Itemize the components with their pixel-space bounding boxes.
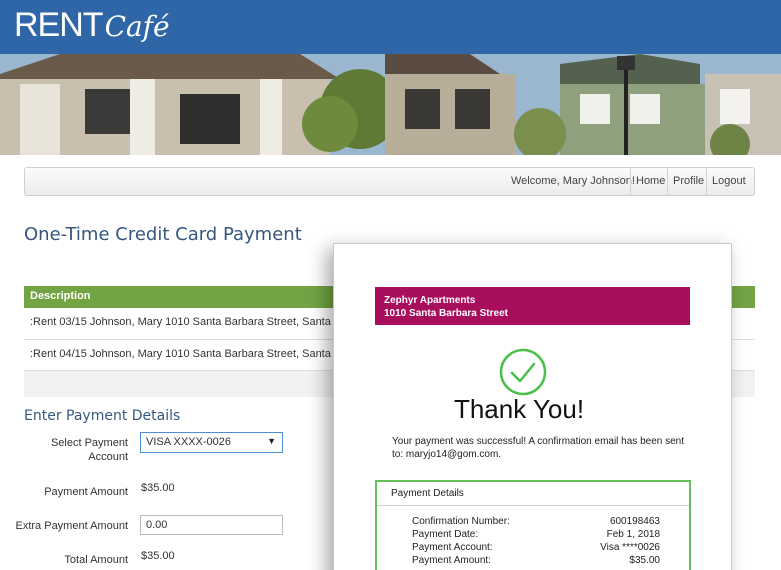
success-message: Your payment was successful! A confirmat…	[392, 435, 692, 461]
logo-rent-text: RENT	[14, 6, 104, 44]
hero-banner-image	[0, 54, 781, 155]
property-banner: Zephyr Apartments 1010 Santa Barbara Str…	[375, 287, 690, 325]
extra-payment-input[interactable]: 0.00	[140, 515, 283, 535]
page-title: One-Time Credit Card Payment	[24, 224, 302, 245]
row-description: :Rent 03/15 Johnson, Mary 1010 Santa Bar…	[30, 316, 358, 328]
check-circle-icon	[499, 348, 547, 396]
nav-logout-link[interactable]: Logout	[712, 168, 746, 195]
success-message-line2: to: maryjo14@gom.com.	[392, 449, 502, 460]
nav-divider	[706, 168, 707, 195]
thank-you-heading: Thank You!	[453, 394, 585, 424]
chevron-down-icon: ▼	[267, 436, 276, 446]
rentcafe-logo[interactable]: RENTCafé	[14, 6, 170, 45]
header-bar: RENTCafé	[0, 0, 781, 54]
payment-account-select[interactable]: VISA XXXX-0026 ▼	[140, 432, 283, 453]
extra-payment-value: 0.00	[146, 519, 168, 531]
payment-amount-label: Payment Amount	[44, 486, 128, 498]
payment-confirmation-modal: Zephyr Apartments 1010 Santa Barbara Str…	[333, 243, 732, 570]
property-name: Zephyr Apartments	[384, 295, 476, 306]
payment-date-value: Feb 1, 2018	[606, 529, 660, 540]
nav-divider	[630, 168, 631, 195]
total-amount-value: $35.00	[141, 550, 175, 562]
payment-amount-value: $35.00	[141, 482, 175, 494]
total-amount-label: Total Amount	[64, 554, 128, 566]
top-nav-bar: Welcome, Mary Johnson! Home Profile Logo…	[24, 167, 755, 196]
payment-amount-detail-label: Payment Amount:	[412, 555, 491, 566]
payment-details-heading: Enter Payment Details	[24, 408, 181, 424]
payment-details-title: Payment Details	[391, 488, 464, 499]
success-message-line1: Your payment was successful! A confirmat…	[392, 436, 685, 447]
nav-divider	[667, 168, 668, 195]
nav-home-link[interactable]: Home	[636, 168, 665, 195]
payment-details-box: Payment Details Confirmation Number: 600…	[375, 480, 691, 570]
confirmation-number-label: Confirmation Number:	[412, 516, 510, 527]
extra-payment-label: Extra Payment Amount	[15, 520, 129, 532]
logo-cafe-text: Café	[104, 10, 170, 43]
column-header-description: Description	[30, 290, 91, 302]
payment-account-label: Payment Account:	[412, 542, 493, 553]
confirmation-number-value: 600198463	[609, 516, 660, 527]
property-address: 1010 Santa Barbara Street	[384, 308, 508, 319]
row-description: :Rent 04/15 Johnson, Mary 1010 Santa Bar…	[30, 348, 358, 360]
welcome-text: Welcome, Mary Johnson!	[511, 175, 635, 187]
nav-profile-link[interactable]: Profile	[673, 168, 704, 195]
select-account-label-line2: Account	[88, 451, 128, 463]
payment-amount-detail-value: $35.00	[629, 555, 660, 566]
payment-account-detail-value: Visa ****0026	[600, 542, 660, 553]
payment-date-label: Payment Date:	[412, 529, 479, 540]
payment-details-header: Payment Details	[377, 482, 689, 506]
select-account-label-line1: Select Payment	[50, 437, 128, 449]
payment-account-value: VISA XXXX-0026	[146, 436, 231, 448]
